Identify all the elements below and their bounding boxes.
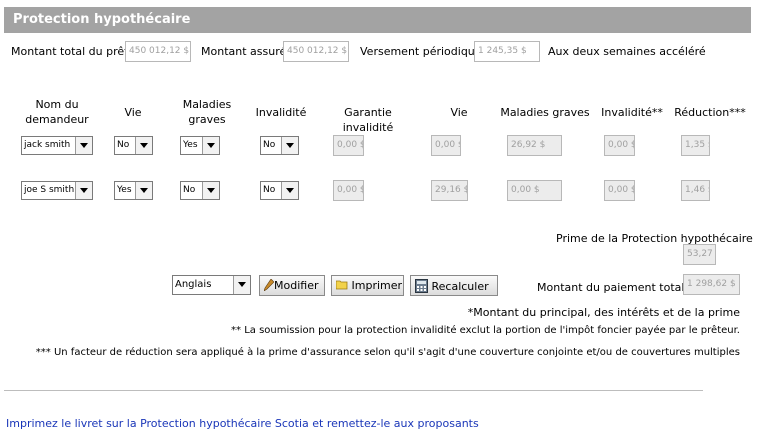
chevron-down-icon [135,137,152,154]
chevron-down-icon [75,137,92,154]
periodic-payment-field: 1 245,35 $ [474,41,540,62]
select-value: No [183,185,196,195]
disability-select[interactable]: No [260,181,299,200]
reduction-field: 1,46 $ [681,180,710,201]
select-value: jack smith [24,140,71,150]
guarantee-premium-field: 0,00 $ [333,180,364,201]
chevron-down-icon [233,276,250,294]
print-button[interactable]: Imprimer [331,275,404,296]
life-select[interactable]: No [114,136,153,155]
section-title-bar: Protection hypothécaire [4,7,751,33]
disability-premium-field: 0,00 $ [604,135,635,156]
applicant-name-select[interactable]: joe S smith [21,181,93,200]
applicant-name-select[interactable]: jack smith [21,136,93,155]
premium-label: Prime de la Protection hypothécaire [556,232,753,245]
chevron-down-icon [202,137,219,154]
section-title: Protection hypothécaire [13,12,191,27]
header-reduction: Réduction*** [674,106,746,119]
periodic-payment-label: Versement périodique [360,45,482,58]
header-disability: Invalidité [255,106,307,119]
divider [4,390,703,391]
chevron-down-icon [281,182,298,199]
life-select[interactable]: Yes [114,181,153,200]
insured-amount-label: Montant assuré [201,45,287,58]
disability-select[interactable]: No [260,136,299,155]
language-select[interactable]: Anglais [172,275,251,295]
footnote-1: *Montant du principal, des intérêts et d… [467,306,740,319]
header-ci-premium: Maladies graves [500,106,590,119]
calculator-icon [415,279,428,293]
modify-label: Modifier [274,279,319,292]
footnote-2: ** La soumission pour la protection inva… [231,325,740,336]
loan-amount-field: 450 012,12 $ [125,41,191,62]
chevron-down-icon [281,137,298,154]
disability-premium-field: 0,00 $ [604,180,635,201]
recalculate-label: Recalculer [431,280,489,293]
booklet-print-link[interactable]: Imprimez le livret sur la Protection hyp… [6,417,479,430]
payment-frequency: Aux deux semaines accéléré [548,45,706,58]
life-premium-field: 29,16 $ [431,180,468,201]
select-value: No [263,185,276,195]
footnote-3: *** Un facteur de réduction sera appliqu… [35,347,740,358]
total-payment-label: Montant du paiement total * [537,281,694,294]
total-payment-field: 1 298,62 $ [683,274,740,295]
critical-illness-select[interactable]: Yes [180,136,220,155]
select-value: No [117,140,130,150]
chevron-down-icon [135,182,152,199]
pencil-icon [263,278,275,292]
premium-field: 53,27 $ [683,244,716,265]
chevron-down-icon [202,182,219,199]
header-life: Vie [124,106,142,119]
header-disability-premium: Invalidité** [601,106,663,119]
insured-amount-field: 450 012,12 $ [283,41,349,62]
ci-premium-field: 26,92 $ [507,135,562,156]
guarantee-premium-field: 0,00 $ [333,135,364,156]
modify-button[interactable]: Modifier [259,275,325,296]
recalculate-button[interactable]: Recalculer [410,275,498,296]
reduction-field: 1,35 $ [681,135,710,156]
ci-premium-field: 0,00 $ [507,180,562,201]
header-life-premium: Vie [450,106,468,119]
folder-icon [335,280,348,290]
header-disability-guarantee: Garantie invalidité [342,106,394,134]
print-label: Imprimer [351,279,403,292]
life-premium-field: 0,00 $ [431,135,461,156]
select-value: Yes [183,140,198,150]
critical-illness-select[interactable]: No [180,181,220,200]
chevron-down-icon [75,182,92,199]
header-applicant-name: Nom du demandeur [25,98,89,126]
select-value: No [263,140,276,150]
select-value: Anglais [175,279,212,290]
select-value: Yes [117,185,132,195]
header-critical-illness: Maladies graves [182,98,232,126]
loan-amount-label: Montant total du prêt [11,45,129,58]
select-value: joe S smith [24,185,75,195]
